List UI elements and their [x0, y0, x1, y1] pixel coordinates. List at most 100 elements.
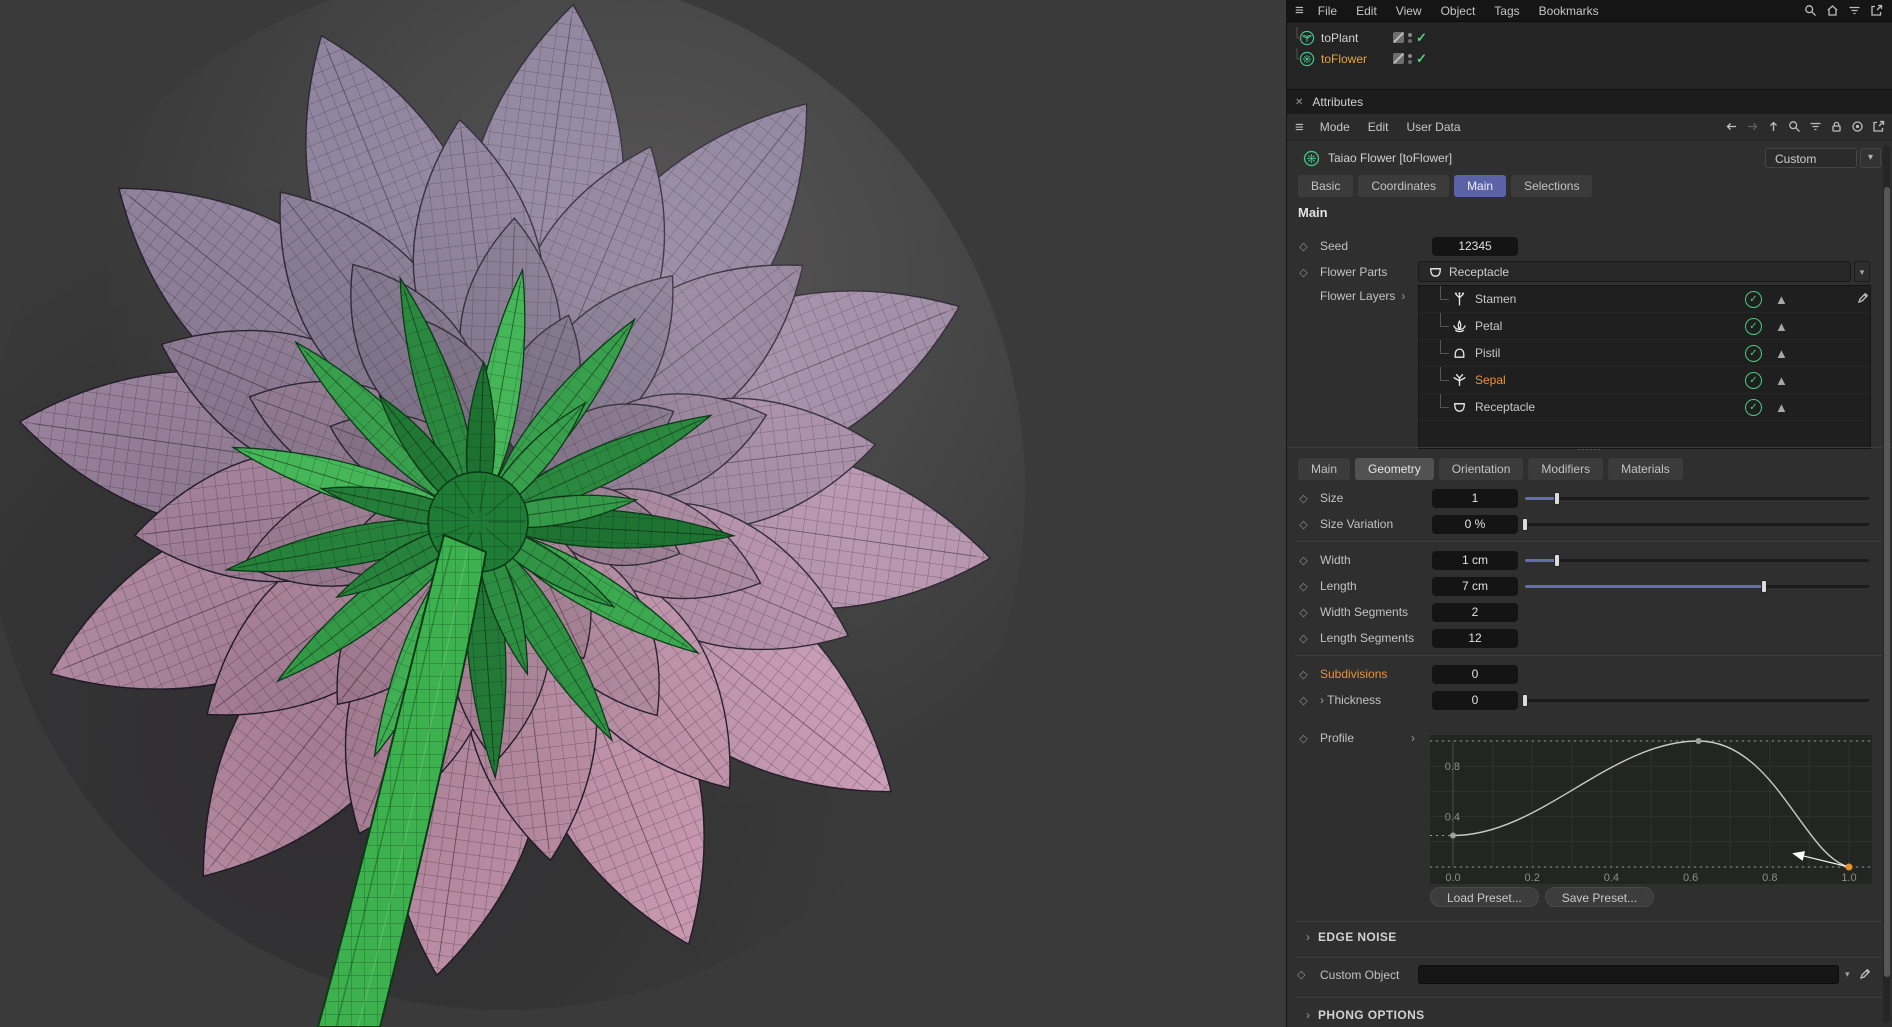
- popout-icon[interactable]: [1870, 4, 1884, 18]
- triangle-icon[interactable]: ▲: [1775, 292, 1788, 307]
- size-input[interactable]: 1: [1432, 488, 1518, 508]
- keyframe-diamond-icon[interactable]: ◇: [1287, 240, 1320, 253]
- scrollbar-thumb[interactable]: [1883, 187, 1890, 977]
- tab-main[interactable]: Main: [1454, 175, 1507, 197]
- object-row-toplant[interactable]: toPlant ✓: [1287, 27, 1892, 48]
- tab-materials[interactable]: Materials: [1608, 458, 1683, 480]
- lock-icon[interactable]: [1830, 120, 1844, 134]
- keyframe-diamond-icon[interactable]: ◇: [1287, 518, 1320, 531]
- profile-curve-editor[interactable]: 0.4 0.8 0.0 0.2 0.4 0.6 0.8 1.0: [1430, 735, 1872, 884]
- flower-parts-dropdown-arrow[interactable]: ▾: [1854, 261, 1870, 282]
- triangle-icon[interactable]: ▲: [1775, 319, 1788, 334]
- flower-parts-dropdown[interactable]: Receptacle: [1418, 261, 1851, 282]
- tab-orientation[interactable]: Orientation: [1438, 458, 1524, 480]
- menu-item-bookmarks[interactable]: Bookmarks: [1539, 4, 1599, 18]
- keyframe-diamond-icon[interactable]: ◇: [1287, 554, 1320, 567]
- attr-menu-user-data[interactable]: User Data: [1406, 120, 1460, 134]
- menu-item-view[interactable]: View: [1396, 4, 1422, 18]
- preset-dropdown[interactable]: Custom: [1765, 148, 1857, 168]
- thickness-input[interactable]: 0: [1432, 690, 1518, 710]
- layer-toggle-icon[interactable]: [1393, 53, 1404, 64]
- subdivisions-input[interactable]: 0: [1432, 664, 1518, 684]
- keyframe-diamond-icon[interactable]: ◇: [1287, 580, 1320, 593]
- keyframe-diamond-icon[interactable]: ◇: [1287, 632, 1320, 645]
- chevron-right-icon[interactable]: ›: [1401, 289, 1405, 303]
- menu-item-tags[interactable]: Tags: [1494, 4, 1519, 18]
- search-icon[interactable]: [1788, 120, 1802, 134]
- attr-menu-mode[interactable]: Mode: [1320, 120, 1350, 134]
- layer-row-receptacle[interactable]: Receptacle ✓ ▲: [1419, 394, 1870, 421]
- load-preset-button[interactable]: Load Preset...: [1430, 887, 1539, 907]
- width-segments-input[interactable]: 2: [1432, 602, 1518, 622]
- enabled-check-icon[interactable]: ✓: [1745, 398, 1762, 416]
- keyframe-diamond-icon[interactable]: ◇: [1287, 492, 1320, 505]
- forward-icon[interactable]: [1746, 120, 1760, 134]
- phong-options-section-header[interactable]: › PHONG OPTIONS: [1287, 1003, 1892, 1027]
- layer-toggle-icon[interactable]: [1393, 32, 1404, 43]
- filter-icon[interactable]: [1848, 4, 1862, 18]
- search-icon[interactable]: [1804, 4, 1818, 18]
- visibility-dots-icon[interactable]: [1408, 32, 1412, 43]
- keyframe-diamond-icon[interactable]: ◇: [1287, 732, 1320, 745]
- keyframe-diamond-icon[interactable]: ◇: [1287, 266, 1320, 279]
- enabled-check-icon[interactable]: ✓: [1745, 290, 1762, 308]
- enabled-check-icon[interactable]: ✓: [1745, 371, 1762, 389]
- enabled-check-icon[interactable]: ✓: [1416, 30, 1427, 46]
- triangle-icon[interactable]: ▲: [1775, 346, 1788, 361]
- popout-icon[interactable]: [1872, 120, 1886, 134]
- enabled-check-icon[interactable]: ✓: [1745, 344, 1762, 362]
- up-icon[interactable]: [1767, 120, 1781, 134]
- home-icon[interactable]: [1826, 4, 1840, 18]
- thickness-slider[interactable]: [1522, 693, 1869, 708]
- layer-row-petal[interactable]: Petal ✓ ▲: [1419, 313, 1870, 340]
- size-variation-slider[interactable]: [1522, 517, 1869, 532]
- pencil-icon[interactable]: [1859, 967, 1874, 982]
- menu-item-object[interactable]: Object: [1441, 4, 1476, 18]
- scrollbar-track[interactable]: [1883, 145, 1890, 1023]
- object-row-toflower[interactable]: toFlower ✓: [1287, 48, 1892, 69]
- edge-noise-section-header[interactable]: › EDGE NOISE: [1287, 925, 1892, 949]
- menu-item-edit[interactable]: Edit: [1356, 4, 1377, 18]
- dropdown-arrow-icon[interactable]: ▾: [1845, 969, 1850, 980]
- layer-row-pistil[interactable]: Pistil ✓ ▲: [1419, 340, 1870, 367]
- layer-row-sepal[interactable]: Sepal ✓ ▲: [1419, 367, 1870, 394]
- back-icon[interactable]: [1725, 120, 1739, 134]
- preset-dropdown-arrow[interactable]: ▾: [1860, 148, 1881, 168]
- tab-selections[interactable]: Selections: [1511, 175, 1593, 197]
- hamburger-menu-icon[interactable]: ≡: [1295, 119, 1304, 136]
- keyframe-diamond-icon[interactable]: ◇: [1287, 606, 1320, 619]
- tab-geometry[interactable]: Geometry: [1355, 458, 1434, 480]
- hamburger-menu-icon[interactable]: ≡: [1295, 1, 1304, 21]
- enabled-check-icon[interactable]: ✓: [1416, 51, 1427, 67]
- enabled-check-icon[interactable]: ✓: [1745, 317, 1762, 335]
- save-preset-button[interactable]: Save Preset...: [1544, 887, 1655, 907]
- length-slider[interactable]: [1525, 579, 1869, 594]
- tab-coordinates[interactable]: Coordinates: [1358, 175, 1450, 197]
- menu-item-file[interactable]: File: [1318, 4, 1337, 18]
- layer-row-stamen[interactable]: Stamen ✓ ▲: [1419, 286, 1870, 313]
- tab-basic[interactable]: Basic: [1298, 175, 1354, 197]
- viewport-3d[interactable]: [0, 0, 1286, 1027]
- panel-splitter[interactable]: ······: [1287, 444, 1892, 458]
- tab-main[interactable]: Main: [1298, 458, 1351, 480]
- length-input[interactable]: 7 cm: [1432, 576, 1518, 596]
- width-input[interactable]: 1 cm: [1432, 550, 1518, 570]
- size-variation-input[interactable]: 0 %: [1432, 514, 1518, 534]
- keyframe-diamond-icon[interactable]: ◇: [1287, 668, 1320, 681]
- keyframe-diamond-icon[interactable]: ◇: [1287, 694, 1320, 707]
- target-icon[interactable]: [1851, 120, 1865, 134]
- visibility-dots-icon[interactable]: [1408, 53, 1412, 64]
- keyframe-diamond-icon[interactable]: ◇: [1297, 968, 1305, 981]
- triangle-icon[interactable]: ▲: [1775, 373, 1788, 388]
- pencil-icon[interactable]: [1857, 291, 1872, 306]
- attr-menu-edit[interactable]: Edit: [1368, 120, 1389, 134]
- length-segments-input[interactable]: 12: [1432, 628, 1518, 648]
- size-slider[interactable]: [1525, 491, 1869, 506]
- close-icon[interactable]: ✕: [1295, 97, 1303, 108]
- tab-modifiers[interactable]: Modifiers: [1528, 458, 1604, 480]
- triangle-icon[interactable]: ▲: [1775, 400, 1788, 415]
- filter-icon[interactable]: [1809, 120, 1823, 134]
- width-slider[interactable]: [1525, 553, 1869, 568]
- custom-object-input[interactable]: [1418, 965, 1839, 984]
- seed-input[interactable]: 12345: [1432, 236, 1518, 256]
